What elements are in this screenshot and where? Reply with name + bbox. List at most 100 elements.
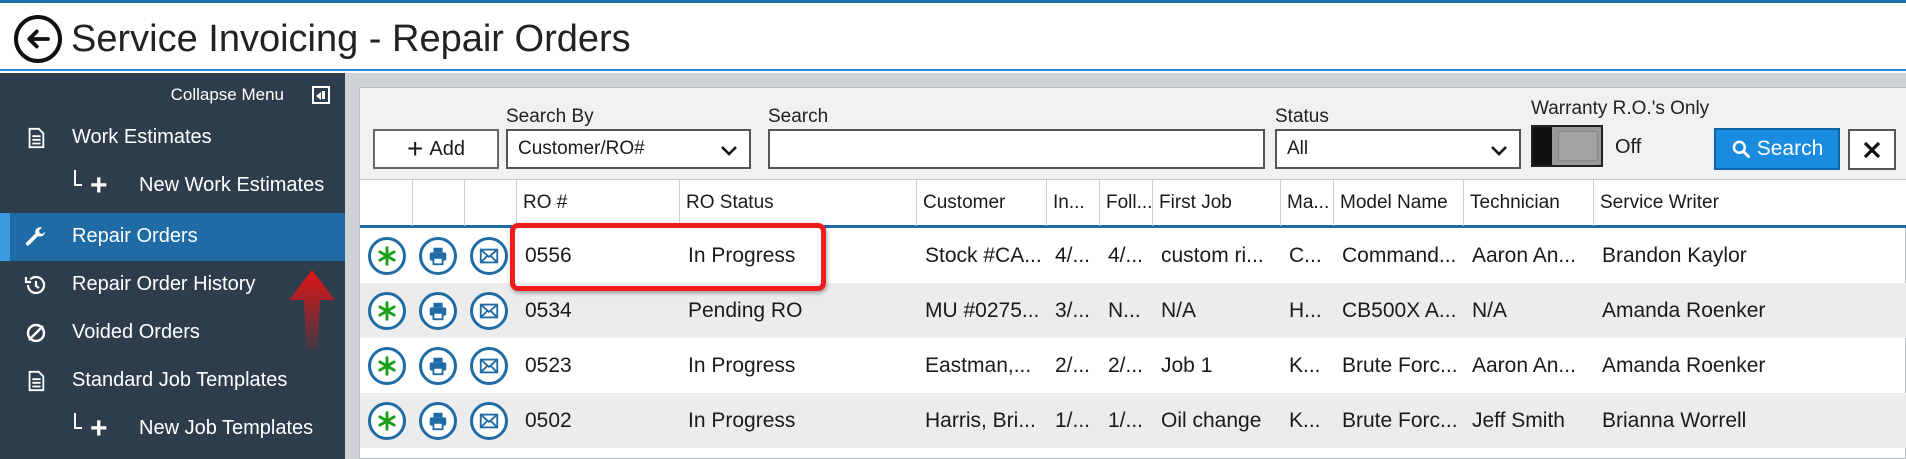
cell-follow-up: 2/...	[1108, 354, 1144, 377]
sidebar-item-label: Repair Orders	[72, 225, 198, 247]
envelope-icon	[479, 413, 499, 429]
sidebar-item-standard-job-templates[interactable]: Standard Job Templates	[0, 357, 345, 405]
print-button[interactable]	[419, 347, 457, 385]
document-icon	[24, 369, 48, 393]
email-button[interactable]	[470, 237, 508, 275]
cell-ro-status: In Progress	[688, 409, 796, 432]
tree-connector	[74, 170, 82, 186]
repair-orders-panel: + Add Search By Customer/RO# Search Stat…	[359, 87, 1906, 459]
email-button[interactable]	[470, 402, 508, 440]
email-button[interactable]	[470, 347, 508, 385]
table-row[interactable]: 0523 In Progress Eastman,... 2/... 2/...…	[360, 338, 1906, 393]
chevron-down-icon	[721, 146, 737, 156]
sidebar-item-new-work-estimates[interactable]: + New Work Estimates	[0, 162, 345, 210]
sidebar-item-new-job-templates[interactable]: + New Job Templates	[0, 405, 345, 453]
sidebar: Collapse Menu Work Estimates + New Work …	[0, 73, 345, 459]
cell-ro-number: 0502	[525, 409, 572, 432]
search-icon	[1732, 140, 1750, 158]
column-header-in-date[interactable]: In...	[1047, 180, 1100, 226]
column-header-customer[interactable]: Customer	[917, 180, 1047, 226]
column-header-make[interactable]: Ma...	[1281, 180, 1334, 226]
asterisk-icon	[378, 356, 396, 376]
collapse-menu-label: Collapse Menu	[170, 85, 284, 104]
cell-ro-number: 0534	[525, 299, 572, 322]
sidebar-item-label: Repair Order History	[72, 273, 256, 295]
void-icon	[24, 321, 48, 345]
sidebar-item-work-estimates[interactable]: Work Estimates	[0, 114, 345, 162]
search-toolbar: + Add Search By Customer/RO# Search Stat…	[360, 88, 1906, 179]
cell-in-date: 2/...	[1055, 354, 1091, 377]
cell-technician: Jeff Smith	[1472, 409, 1565, 432]
column-header-actions-3	[465, 180, 517, 226]
cell-service-writer: Amanda Roenker	[1602, 299, 1766, 322]
cell-ro-status: In Progress	[688, 354, 796, 377]
cell-in-date: 3/...	[1055, 299, 1091, 322]
plus-icon: +	[90, 412, 108, 445]
table-row[interactable]: 0534 Pending RO MU #0275... 3/... N... N…	[360, 283, 1906, 338]
sidebar-item-repair-orders[interactable]: Repair Orders	[0, 213, 345, 261]
cell-technician: N/A	[1472, 299, 1508, 322]
envelope-icon	[479, 358, 499, 374]
back-button[interactable]	[14, 15, 62, 63]
toggle-track	[1558, 131, 1598, 161]
print-button[interactable]	[419, 292, 457, 330]
print-button[interactable]	[419, 402, 457, 440]
cell-make: K...	[1289, 354, 1321, 377]
search-by-select[interactable]: Customer/RO#	[506, 129, 751, 169]
clear-button[interactable]	[1848, 129, 1896, 170]
column-header-first-job[interactable]: First Job	[1153, 180, 1281, 226]
cell-follow-up: 1/...	[1108, 409, 1144, 432]
sidebar-item-label: Work Estimates	[72, 126, 212, 148]
app-header: Service Invoicing - Repair Orders	[0, 3, 1906, 71]
cell-model-name: CB500X A...	[1342, 299, 1457, 322]
search-input[interactable]	[768, 129, 1265, 169]
table-row[interactable]: 0556 In Progress Stock #CA... 4/... 4/..…	[360, 228, 1906, 283]
table-header: RO # RO Status Customer In... Foll... Fi…	[360, 179, 1906, 228]
column-header-ro-status[interactable]: RO Status	[680, 180, 917, 226]
cell-model-name: Brute Forc...	[1342, 354, 1458, 377]
cell-technician: Aaron An...	[1472, 244, 1576, 267]
table-row[interactable]: 0502 In Progress Harris, Bri... 1/... 1/…	[360, 393, 1906, 448]
search-by-label: Search By	[506, 106, 594, 127]
status-select[interactable]: All	[1275, 129, 1521, 169]
table-body: 0556 In Progress Stock #CA... 4/... 4/..…	[360, 228, 1906, 459]
chevron-down-icon	[1491, 146, 1507, 156]
warranty-toggle-state: Off	[1615, 136, 1642, 158]
open-ro-button[interactable]	[368, 292, 406, 330]
cell-model-name: Command...	[1342, 244, 1457, 267]
cell-customer: Eastman,...	[925, 354, 1032, 377]
search-button[interactable]: Search	[1714, 128, 1840, 170]
email-button[interactable]	[470, 292, 508, 330]
column-header-service-writer[interactable]: Service Writer	[1594, 180, 1906, 226]
cell-service-writer: Brianna Worrell	[1602, 409, 1747, 432]
column-header-ro-number[interactable]: RO #	[517, 180, 680, 226]
column-header-follow-up[interactable]: Foll...	[1100, 180, 1153, 226]
status-label: Status	[1275, 106, 1329, 127]
print-button[interactable]	[419, 237, 457, 275]
collapse-menu-button[interactable]: Collapse Menu	[0, 73, 345, 111]
column-header-technician[interactable]: Technician	[1464, 180, 1594, 226]
cell-service-writer: Brandon Kaylor	[1602, 244, 1747, 267]
cell-customer: Harris, Bri...	[925, 409, 1036, 432]
sidebar-item-label: Voided Orders	[72, 321, 200, 343]
cell-make: K...	[1289, 409, 1321, 432]
plus-icon: +	[90, 169, 108, 202]
open-ro-button[interactable]	[368, 237, 406, 275]
sidebar-item-label: Standard Job Templates	[72, 369, 288, 391]
add-button-label: Add	[429, 137, 465, 160]
column-header-actions-2	[413, 180, 465, 226]
open-ro-button[interactable]	[368, 347, 406, 385]
printer-icon	[429, 357, 447, 376]
column-header-actions-1	[360, 180, 413, 226]
open-ro-button[interactable]	[368, 402, 406, 440]
toggle-knob	[1533, 127, 1552, 165]
column-header-model-name[interactable]: Model Name	[1334, 180, 1464, 226]
add-button[interactable]: + Add	[373, 129, 499, 169]
cell-ro-number: 0556	[525, 244, 572, 267]
cell-customer: MU #0275...	[925, 299, 1040, 322]
cell-ro-status: In Progress	[688, 244, 796, 267]
plus-icon: +	[407, 133, 424, 164]
annotation-arrow-icon	[289, 270, 335, 350]
warranty-toggle[interactable]	[1531, 125, 1603, 167]
printer-icon	[429, 412, 447, 431]
